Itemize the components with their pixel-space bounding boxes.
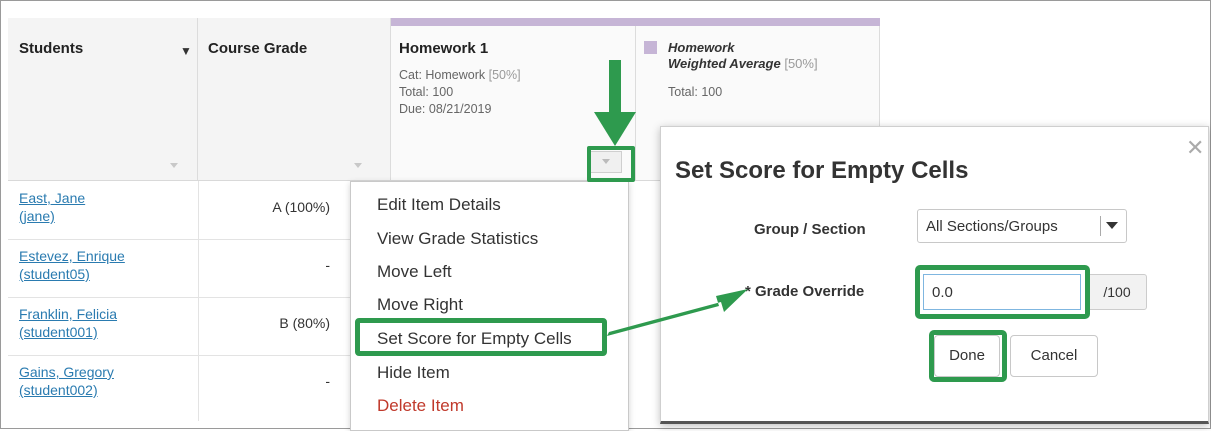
arrow-icon bbox=[607, 289, 748, 336]
arrow-icon bbox=[607, 289, 748, 336]
